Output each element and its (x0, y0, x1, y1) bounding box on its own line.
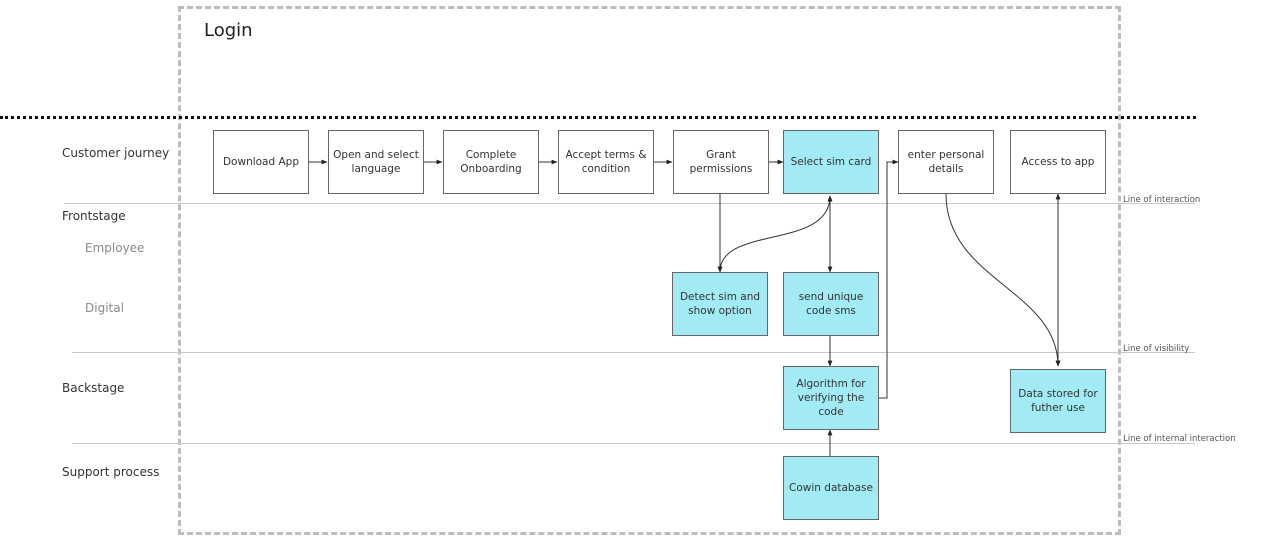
box-enter-personal-details[interactable]: enter personal details (898, 130, 994, 194)
diagram-title: Login (204, 20, 253, 41)
login-frame (178, 6, 1121, 535)
lane-digital: Digital (85, 301, 124, 315)
box-accept-terms[interactable]: Accept terms & condition (558, 130, 654, 194)
lane-support-process: Support process (62, 465, 160, 479)
box-open-select-language[interactable]: Open and select language (328, 130, 424, 194)
box-select-sim-card[interactable]: Select sim card (783, 130, 879, 194)
box-send-unique-code[interactable]: send unique code sms (783, 272, 879, 336)
lane-frontstage: Frontstage (62, 209, 126, 223)
line-of-interaction (64, 203, 1195, 204)
box-detect-sim[interactable]: Detect sim and show option (672, 272, 768, 336)
line-of-scope (0, 116, 1196, 119)
box-algorithm-verify[interactable]: Algorithm for verifying the code (783, 366, 879, 430)
box-access-to-app[interactable]: Access to app (1010, 130, 1106, 194)
line-of-visibility (72, 352, 1195, 353)
lane-customer-journey: Customer journey (62, 146, 170, 160)
box-cowin-database[interactable]: Cowin database (783, 456, 879, 520)
box-data-stored[interactable]: Data stored for futher use (1010, 369, 1106, 433)
line-of-visibility-label: Line of visibility (1123, 344, 1190, 354)
line-of-interaction-label: Line of interaction (1123, 195, 1201, 205)
lane-employee: Employee (85, 241, 145, 255)
lane-backstage: Backstage (62, 381, 125, 395)
box-complete-onboarding[interactable]: Complete Onboarding (443, 130, 539, 194)
box-download-app[interactable]: Download App (213, 130, 309, 194)
box-grant-permissions[interactable]: Grant permissions (673, 130, 769, 194)
line-of-internal-interaction-label: Line of internal interaction (1123, 434, 1236, 444)
line-of-internal-interaction (72, 443, 1195, 444)
